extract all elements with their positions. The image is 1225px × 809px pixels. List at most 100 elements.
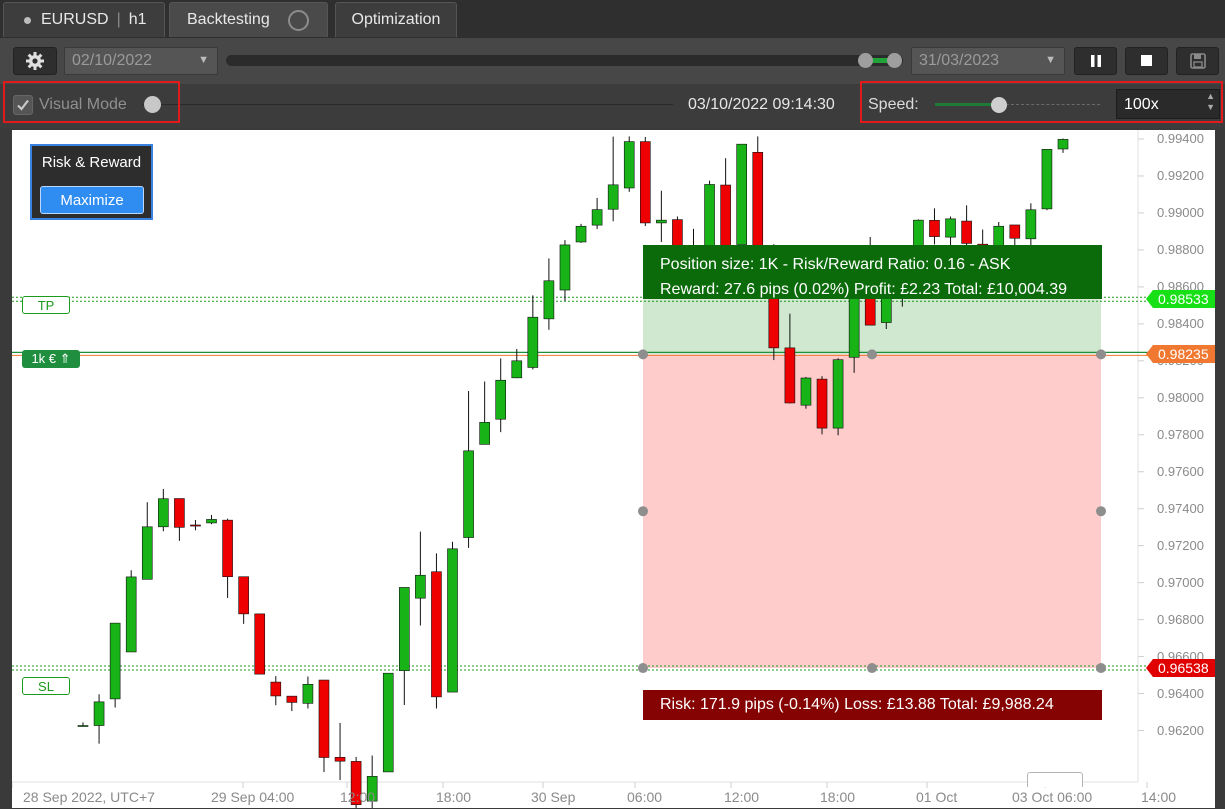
candle-body — [575, 225, 587, 243]
highlight-visual-mode — [3, 81, 180, 123]
risk-reward-title: Risk & Reward — [41, 154, 142, 171]
candle-body — [222, 519, 233, 578]
risk-zone — [643, 354, 1101, 669]
end-date-value: 31/03/2023 — [919, 52, 1000, 69]
range-end-handle[interactable] — [886, 53, 902, 68]
position-handle — [638, 506, 648, 517]
progress-ring-icon — [287, 9, 309, 31]
candle-body — [591, 209, 603, 226]
reward-info-box: Position size: 1K - Risk/Reward Ratio: 0… — [643, 245, 1102, 299]
price-tick-label: 0.99000 — [1157, 204, 1204, 220]
time-tick-label: 12:00 — [340, 789, 376, 805]
pause-button[interactable] — [1074, 47, 1117, 75]
stop-icon — [1140, 55, 1152, 66]
candle-body — [382, 672, 394, 773]
symbol-label: EURUSD — [41, 11, 109, 28]
tp-label[interactable]: TP — [22, 296, 70, 314]
sl-price-tag: 0.96538 — [1146, 659, 1215, 678]
maximize-button[interactable]: Maximize — [40, 186, 144, 214]
visual-mode-slider-track[interactable] — [143, 104, 673, 105]
candle-body — [495, 379, 507, 420]
reward-text: Reward: 27.6 pips (0.02%) Profit: £2.23 … — [660, 281, 1068, 298]
candle-body — [993, 225, 1005, 247]
tab-backtesting[interactable]: Backtesting — [169, 2, 328, 37]
candle-body — [656, 219, 667, 224]
end-date-select[interactable]: 31/03/2023 ▼ — [911, 47, 1065, 75]
save-icon — [1189, 53, 1206, 69]
candle-body — [639, 141, 651, 224]
candle-body — [463, 450, 474, 538]
candle-body — [543, 280, 555, 320]
price-tick-label: 0.99400 — [1157, 131, 1204, 146]
position-handle — [638, 349, 648, 360]
sl-label[interactable]: SL — [22, 677, 70, 695]
time-tick-label: 29 Sep 04:00 — [211, 789, 295, 805]
position-handle — [1096, 349, 1106, 360]
tab-backtesting-label: Backtesting — [187, 11, 270, 28]
time-tick-label: 18:00 — [436, 789, 472, 805]
position-handle — [867, 349, 877, 360]
candle-body — [816, 378, 828, 429]
time-tick-label: 12:00 — [724, 789, 760, 805]
chevron-down-icon: ▼ — [1045, 54, 1056, 66]
candle-body — [1025, 209, 1037, 240]
price-tick-label: 0.98400 — [1157, 315, 1204, 331]
candle-body — [945, 218, 956, 238]
risk-info-box: Risk: 171.9 pips (-0.14%) Loss: £13.88 T… — [643, 690, 1102, 720]
candle-body — [720, 184, 731, 246]
range-start-handle[interactable] — [858, 53, 874, 68]
price-tick-label: 0.98000 — [1157, 389, 1204, 405]
entry-price-tag: 0.98235 — [1146, 345, 1215, 364]
candle-body — [511, 360, 523, 379]
entry-label[interactable]: 1k € ⇑ — [22, 350, 80, 368]
risk-text: Risk: 171.9 pips (-0.14%) Loss: £13.88 T… — [660, 696, 1054, 713]
chevron-down-icon: ▼ — [198, 54, 209, 66]
scroll-chart-handle[interactable] — [1027, 772, 1083, 787]
candle-body — [623, 141, 635, 189]
price-tick-label: 0.97200 — [1157, 537, 1204, 553]
candle-body — [302, 684, 314, 704]
candle-body — [270, 681, 282, 697]
candle-body — [1057, 139, 1069, 150]
candle-body — [607, 184, 619, 210]
candle-body — [174, 498, 185, 528]
status-dot-icon — [24, 16, 31, 24]
candle-body — [527, 316, 539, 368]
candle-body — [832, 359, 844, 429]
time-tick-label: 01 Oct — [916, 789, 958, 805]
timeframe-label: h1 — [128, 11, 147, 28]
settings-button[interactable] — [13, 47, 57, 75]
stop-button[interactable] — [1125, 47, 1168, 75]
position-handle — [638, 663, 648, 674]
price-tick-label: 0.99200 — [1157, 167, 1204, 183]
candle-body — [736, 143, 747, 245]
tab-symbol[interactable]: EURUSD | h1 — [3, 2, 165, 37]
start-date-select[interactable]: 02/10/2022 ▼ — [64, 47, 218, 75]
tp-price-tag: 0.98533 — [1146, 290, 1215, 309]
time-tick-label: 14:00 — [1141, 789, 1177, 805]
candle-body — [93, 701, 105, 726]
price-tick-label: 0.98800 — [1157, 241, 1204, 257]
position-size-text: Position size: 1K - Risk/Reward Ratio: 0… — [660, 256, 1011, 273]
tp-price: 0.98533 — [1158, 291, 1209, 308]
candle-body — [318, 679, 330, 758]
candle-body — [415, 574, 426, 599]
price-tick-label: 0.96400 — [1157, 685, 1204, 701]
candle-body — [141, 526, 153, 580]
candle-body — [254, 613, 266, 675]
candle-body — [704, 184, 715, 249]
highlight-speed — [860, 81, 1223, 123]
tab-optimization-label: Optimization — [351, 11, 441, 28]
date-range-slider[interactable] — [226, 53, 903, 68]
backtest-toolbar: 02/10/2022 ▼ 31/03/2023 ▼ — [0, 38, 1225, 84]
candle-body — [399, 587, 410, 671]
save-button[interactable] — [1176, 47, 1219, 75]
pause-icon — [1090, 55, 1101, 67]
candle-body — [752, 152, 764, 248]
time-tick-label: 03 Oct 06:00 — [1012, 789, 1093, 805]
risk-reward-panel: Risk & Reward Maximize — [30, 144, 153, 220]
tab-optimization[interactable]: Optimization — [335, 2, 457, 37]
candle-body — [479, 422, 490, 445]
position-handle — [867, 663, 877, 674]
price-tick-label: 0.97800 — [1157, 426, 1204, 442]
